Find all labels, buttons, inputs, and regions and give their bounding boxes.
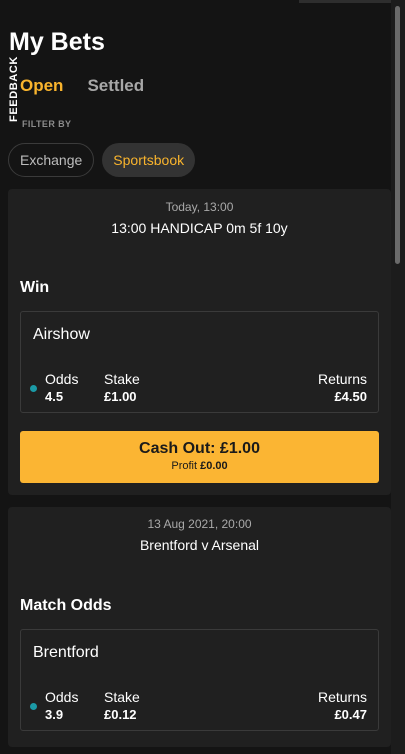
page-title: My Bets <box>9 28 105 56</box>
feedback-label: FEEDBACK <box>8 56 21 122</box>
tab-settled[interactable]: Settled <box>87 76 144 96</box>
stake-value: £0.12 <box>104 707 137 722</box>
selection-box: Brentford Odds 3.9 Stake £0.12 Returns £… <box>20 629 379 731</box>
cash-out-label: Cash Out: £1.00 <box>139 440 260 457</box>
bet-card: 13 Aug 2021, 20:00 Brentford v Arsenal M… <box>8 507 391 747</box>
cash-out-profit: Profit £0.00 <box>20 460 379 472</box>
bet-tabs: Open Settled <box>20 76 168 96</box>
returns-stat: Returns £0.47 <box>318 689 367 722</box>
odds-value: 3.9 <box>45 707 64 722</box>
odds-stat: Odds 4.5 <box>45 371 78 404</box>
returns-value: £0.47 <box>334 707 367 722</box>
stake-label: Stake <box>104 371 140 387</box>
odds-label: Odds <box>45 689 79 705</box>
bet-event: Brentford v Arsenal <box>139 537 260 553</box>
stake-stat: Stake £0.12 <box>104 689 140 722</box>
selection-box: Airshow Odds 4.5 Stake £1.00 Returns £4.… <box>20 311 379 413</box>
returns-label: Returns <box>317 371 367 387</box>
returns-stat: Returns £4.50 <box>318 371 367 404</box>
odds-stat: Odds 3.9 <box>45 689 78 722</box>
market-name: Win <box>20 279 50 296</box>
filter-label: FILTER BY <box>22 119 72 129</box>
market-name: Match Odds <box>20 597 112 614</box>
filter-exchange-chip[interactable]: Exchange <box>8 143 95 177</box>
tab-open[interactable]: Open <box>20 76 63 96</box>
stake-stat: Stake £1.00 <box>104 371 140 404</box>
stake-label: Stake <box>104 689 140 705</box>
filter-row: Exchange Sportsbook <box>8 143 196 177</box>
top-strip <box>299 0 391 3</box>
profit-value: £0.00 <box>200 460 228 472</box>
status-dot-icon <box>30 703 37 710</box>
selection-name: Brentford <box>33 644 99 661</box>
bet-event: 13:00 HANDICAP 0m 5f 10y <box>111 220 288 236</box>
filter-sportsbook-chip[interactable]: Sportsbook <box>102 143 196 177</box>
bet-datetime: Today, 13:00 <box>165 200 234 214</box>
bet-card: Today, 13:00 13:00 HANDICAP 0m 5f 10y Wi… <box>8 189 391 495</box>
bet-datetime: 13 Aug 2021, 20:00 <box>147 517 252 531</box>
odds-value: 4.5 <box>45 389 64 404</box>
scrollbar-thumb[interactable] <box>395 6 400 264</box>
odds-label: Odds <box>45 371 79 387</box>
cash-out-button[interactable]: Cash Out: £1.00 Profit £0.00 <box>20 431 379 483</box>
returns-value: £4.50 <box>334 389 367 404</box>
profit-label: Profit <box>171 460 198 472</box>
scrollbar[interactable] <box>391 0 405 754</box>
selection-name: Airshow <box>33 326 90 343</box>
returns-label: Returns <box>317 689 367 705</box>
status-dot-icon <box>30 385 37 392</box>
stake-value: £1.00 <box>104 389 137 404</box>
